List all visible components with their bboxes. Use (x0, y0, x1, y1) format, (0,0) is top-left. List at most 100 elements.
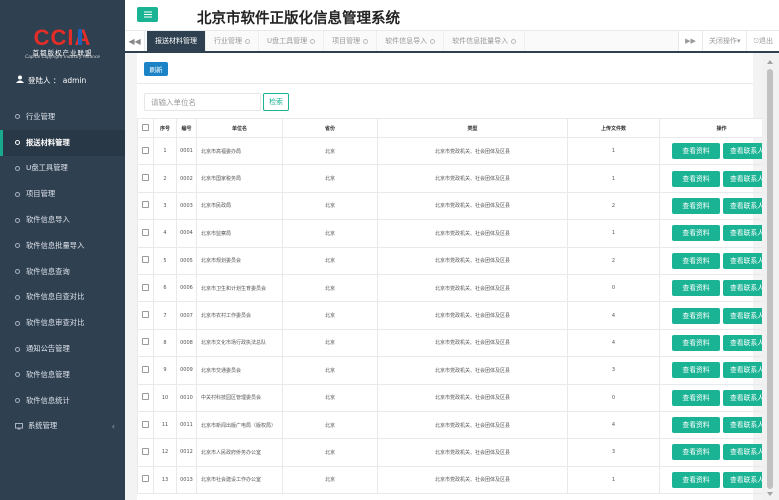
file-count-cell: 0 (567, 273, 660, 303)
scroll-up-arrow-icon[interactable] (767, 60, 773, 64)
column-header[interactable]: 类型 (377, 118, 568, 138)
seq-cell: 6 (153, 273, 177, 303)
tab-industry[interactable]: 行业管理 (206, 31, 259, 51)
double-left-arrow-icon: ◀◀ (128, 36, 141, 46)
tab-label: 报送材料管理 (155, 37, 197, 45)
column-header[interactable]: 上传文件数 (567, 118, 660, 138)
column-header[interactable]: 序号 (153, 118, 177, 138)
type-cell: 北京市党政机关、社会团体及区县 (377, 328, 568, 358)
sidebar-item-industry[interactable]: 行业管理 (0, 104, 125, 130)
refresh-button[interactable]: 刷新 (144, 62, 168, 76)
row-checkbox[interactable] (142, 393, 149, 401)
province-cell: 北京 (282, 328, 378, 358)
close-icon[interactable] (430, 38, 436, 44)
row-checkbox[interactable] (142, 256, 149, 264)
sidebar-item-review-check[interactable]: 软件信息审查对比 (0, 310, 125, 336)
province-cell: 北京 (282, 438, 378, 467)
column-header[interactable]: 省份 (282, 118, 378, 138)
logout-button[interactable]: ⎋ 退出 (746, 31, 779, 51)
circle-icon (15, 320, 20, 326)
unit-name-cell: 北京市人民政府侨务办公室 (196, 438, 283, 467)
row-checkbox[interactable] (142, 338, 149, 346)
close-icon[interactable] (245, 38, 250, 44)
type-cell: 北京市党政机关、社会团体及区县 (377, 246, 568, 275)
row-checkbox[interactable] (142, 420, 149, 428)
file-count-cell: 4 (567, 328, 660, 358)
circle-icon (15, 398, 20, 404)
sidebar-item-software-import[interactable]: 软件信息导入 (0, 207, 125, 233)
row-checkbox[interactable] (142, 174, 149, 182)
sidebar-item-system[interactable]: 系统管理 ‹ (0, 414, 125, 440)
view-materials-button[interactable]: 查看资料 (672, 225, 720, 242)
sidebar-item-project[interactable]: 项目管理 (0, 181, 125, 207)
file-count-cell: 1 (567, 465, 660, 495)
seq-cell: 9 (153, 356, 177, 385)
menu-toggle-button[interactable] (137, 7, 158, 22)
view-materials-button[interactable]: 查看资料 (672, 280, 720, 297)
code-cell: 0011 (176, 410, 197, 440)
scrollbar-thumb[interactable] (767, 69, 773, 489)
view-materials-button[interactable]: 查看资料 (672, 444, 720, 461)
row-checkbox[interactable] (142, 365, 149, 373)
sidebar-item-label: 软件信息自查对比 (26, 292, 85, 302)
search-button[interactable]: 检索 (263, 93, 289, 111)
scroll-down-arrow-icon[interactable] (767, 492, 773, 496)
row-checkbox[interactable] (142, 283, 149, 291)
province-cell: 北京 (282, 273, 378, 303)
row-checkbox[interactable] (142, 311, 149, 319)
row-checkbox[interactable] (142, 146, 149, 154)
row-checkbox[interactable] (142, 228, 149, 236)
unit-name-cell: 北京市社会建设工作办公室 (196, 465, 283, 495)
row-checkbox[interactable] (142, 447, 149, 455)
sidebar-item-notice[interactable]: 通知公告管理 (0, 336, 125, 362)
close-icon[interactable] (511, 38, 517, 44)
view-materials-button[interactable]: 查看资料 (672, 170, 720, 187)
sidebar-item-batch-import[interactable]: 软件信息批量导入 (0, 233, 125, 259)
view-materials-button[interactable]: 查看资料 (672, 252, 720, 269)
sidebar-item-submission[interactable]: 报送材料管理 (0, 129, 125, 156)
tabs-scroll-left-button[interactable]: ◀◀ (125, 31, 145, 51)
sidebar-item-software-query[interactable]: 软件信息查询 (0, 259, 125, 285)
view-materials-button[interactable]: 查看资料 (672, 334, 720, 351)
view-materials-button[interactable]: 查看资料 (672, 389, 720, 406)
sidebar-item-software-manage[interactable]: 软件信息管理 (0, 362, 125, 388)
column-header[interactable]: 单位名 (196, 118, 283, 138)
close-ops-dropdown[interactable]: 关闭操作 ▾ (701, 31, 747, 51)
select-all-checkbox[interactable] (142, 123, 149, 131)
type-cell: 北京市党政机关、社会团体及区县 (377, 438, 568, 467)
sidebar-item-label: U盘工具管理 (26, 163, 68, 173)
tab-batch-import[interactable]: 软件信息批量导入 (444, 31, 526, 51)
tab-submission[interactable]: 报送材料管理 (147, 31, 206, 51)
sidebar-item-statistics[interactable]: 软件信息统计 (0, 388, 125, 414)
seq-cell: 4 (153, 219, 177, 248)
view-materials-button[interactable]: 查看资料 (672, 362, 720, 379)
view-materials-button[interactable]: 查看资料 (672, 417, 720, 434)
tab-project[interactable]: 项目管理 (324, 31, 378, 51)
sidebar: CCIA 首都版权产业联盟 Capital Copyright Industry… (0, 0, 125, 500)
view-materials-button[interactable]: 查看资料 (672, 197, 720, 214)
close-icon[interactable] (310, 38, 316, 44)
sidebar-item-label: 项目管理 (26, 189, 56, 199)
top-header: 北京市软件正版化信息管理系统 (125, 0, 779, 31)
view-materials-button[interactable]: 查看资料 (672, 307, 720, 324)
close-ops-label: 关闭操作 (708, 37, 737, 45)
vertical-scrollbar[interactable] (762, 53, 779, 500)
table-row: 13 0013 北京市社会建设工作办公室 北京 北京市党政机关、社会团体及区县 1 查看资料… (137, 465, 779, 495)
row-checkbox[interactable] (142, 475, 149, 483)
search-input[interactable]: 请输入单位名 (144, 93, 261, 111)
materials-table: 序号 编号 单位名 省份 类型 上传文件数 操作 1 0001 北京市高福委办局 北京… (137, 118, 779, 495)
file-count-cell: 4 (567, 301, 660, 330)
sidebar-item-usb-tool[interactable]: U盘工具管理 (0, 156, 125, 182)
view-materials-button[interactable]: 查看资料 (672, 143, 720, 160)
view-materials-button[interactable]: 查看资料 (672, 471, 720, 488)
tabs-scroll-right-button[interactable]: ▶▶ (678, 31, 702, 51)
column-header[interactable]: 编号 (176, 118, 197, 138)
table-row: 2 0002 北京市国家税务局 北京 北京市党政机关、社会团体及区县 1 查看资料 查看联系人 (137, 164, 779, 193)
sidebar-item-self-check[interactable]: 软件信息自查对比 (0, 285, 125, 311)
unit-name-cell: 北京市国家税务局 (196, 164, 283, 193)
close-icon[interactable] (363, 38, 369, 44)
row-select-cell (137, 328, 154, 358)
row-checkbox[interactable] (142, 201, 149, 209)
tab-software-import[interactable]: 软件信息导入 (377, 31, 445, 51)
tab-usb-tool[interactable]: U盘工具管理 (259, 31, 325, 51)
